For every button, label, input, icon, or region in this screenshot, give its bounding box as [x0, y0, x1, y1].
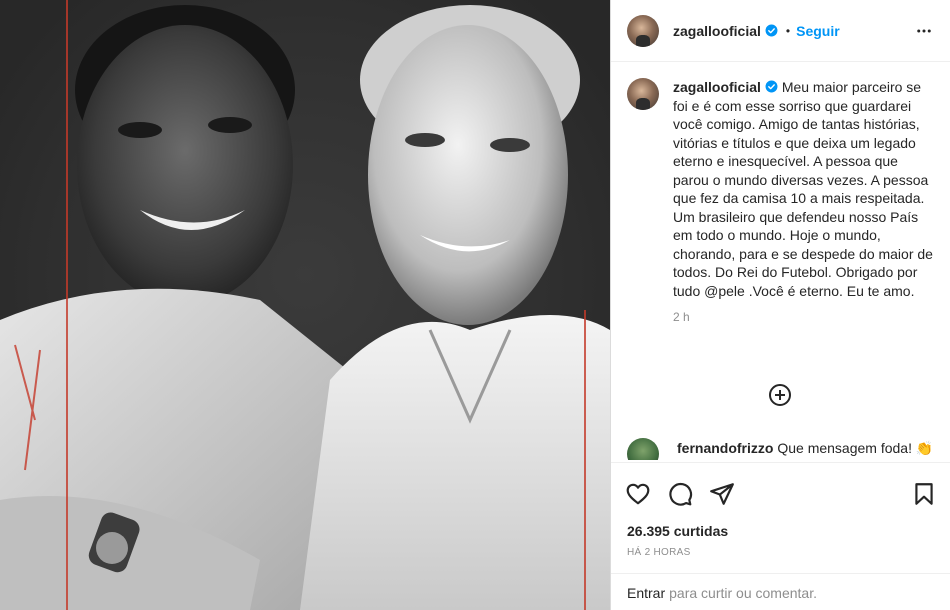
- post-timestamp[interactable]: HÁ 2 HORAS: [627, 547, 691, 558]
- add-comment-bar: Entrar para curtir ou comentar.: [611, 573, 950, 610]
- comment-text-wrap: fernandofrizzo Que mensagem foda! 👏: [677, 438, 933, 460]
- verified-badge-icon: [765, 24, 778, 37]
- comment-text: Que mensagem foda! 👏: [777, 440, 934, 456]
- add-comment-text: para curtir ou comentar.: [669, 584, 817, 601]
- post-caption: zagallooficial Meu maior parceiro se foi…: [627, 78, 937, 327]
- comment-icon[interactable]: [667, 481, 693, 507]
- post-username[interactable]: zagallooficial: [673, 23, 761, 39]
- caption-avatar[interactable]: [627, 78, 659, 110]
- login-link[interactable]: Entrar: [627, 585, 665, 601]
- heart-icon[interactable]: [625, 481, 651, 507]
- action-icons: [625, 481, 735, 507]
- comment-username[interactable]: fernandofrizzo: [677, 440, 773, 456]
- caption-body: zagallooficial Meu maior parceiro se foi…: [673, 78, 937, 327]
- caption-username[interactable]: zagallooficial: [673, 79, 761, 95]
- verified-badge-icon: [765, 80, 778, 93]
- more-horizontal-icon[interactable]: [915, 22, 933, 40]
- post-header: zagallooficial • Seguir: [611, 0, 950, 62]
- caption-text: Meu maior parceiro se foi e é com esse s…: [673, 79, 933, 299]
- post-side-panel: zagallooficial • Seguir zagallooficial M…: [610, 0, 950, 610]
- post-actions: 26.395 curtidas HÁ 2 HORAS Entrar para c…: [611, 462, 950, 610]
- likes-count[interactable]: 26.395 curtidas: [627, 523, 728, 539]
- comment-avatar[interactable]: [627, 438, 659, 460]
- plus-circle-icon[interactable]: [768, 383, 792, 407]
- separator-dot: •: [785, 23, 791, 38]
- bookmark-icon[interactable]: [911, 481, 937, 507]
- photo-illustration: [0, 0, 610, 610]
- comment-item: fernandofrizzo Que mensagem foda! 👏: [627, 438, 947, 460]
- post-photo[interactable]: [0, 0, 610, 610]
- follow-button[interactable]: Seguir: [796, 23, 840, 39]
- caption-time[interactable]: 2 h: [673, 308, 937, 327]
- avatar[interactable]: [627, 14, 659, 47]
- send-icon[interactable]: [709, 481, 735, 507]
